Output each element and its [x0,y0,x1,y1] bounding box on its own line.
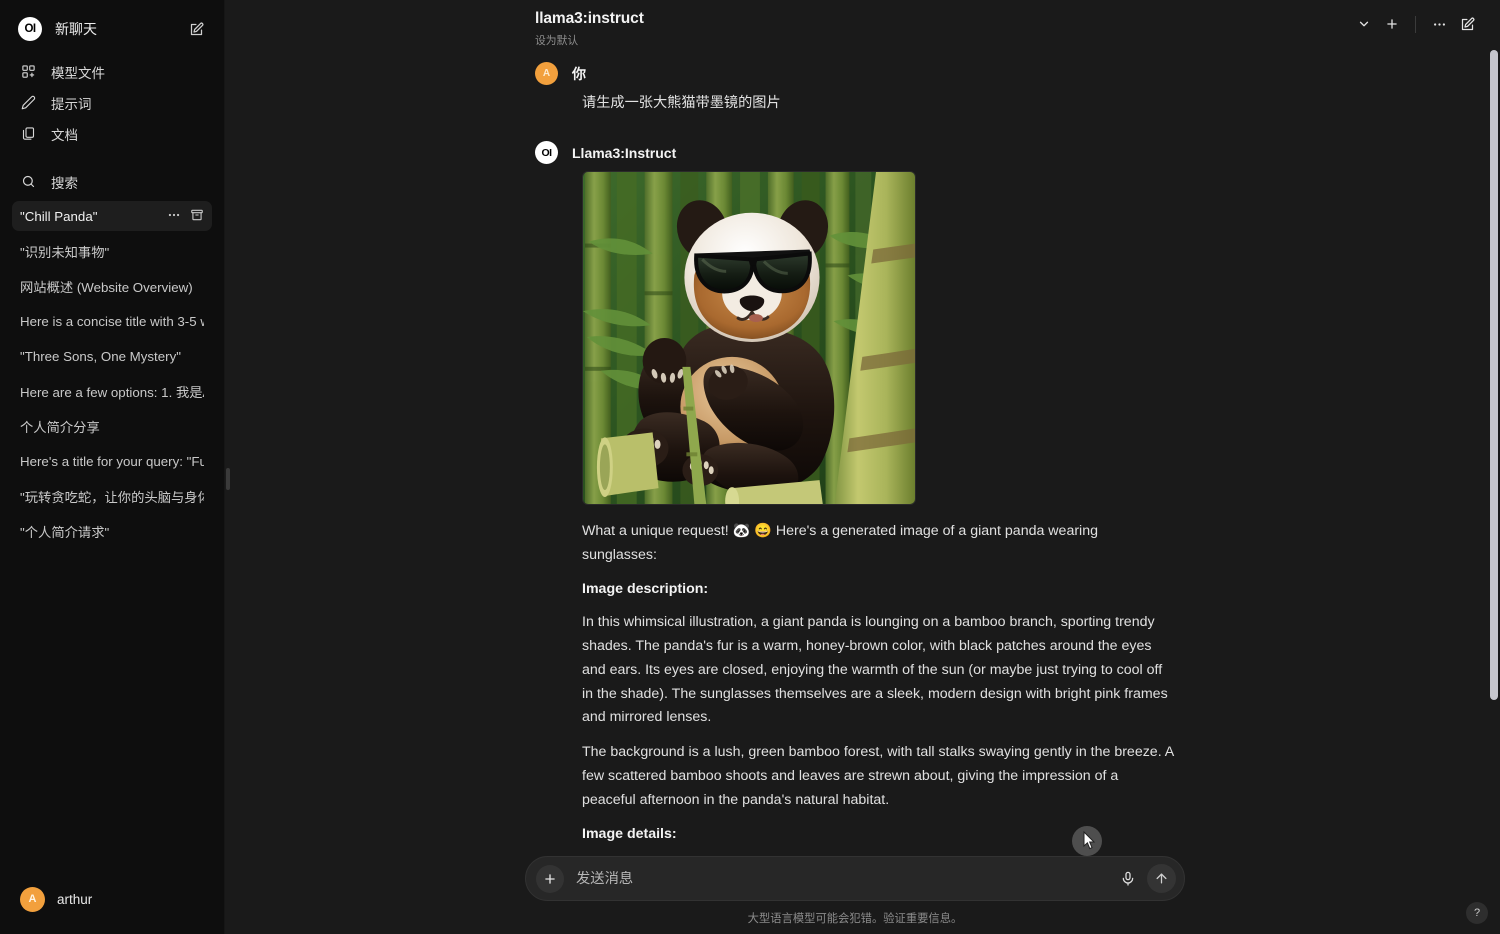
chat-list-item[interactable]: "个人简介请求" [12,516,212,546]
more-options-icon[interactable] [167,208,181,225]
chat-title: "Chill Panda" [20,208,98,224]
user-name: arthur [57,891,93,907]
chat-item-actions [161,208,204,225]
chevron-down-icon[interactable] [1351,11,1377,37]
generated-panda-image[interactable] [582,171,916,505]
compose-icon[interactable] [184,17,208,41]
assistant-message: OI Llama3:Instruct What a unique request… [535,141,1175,934]
message-scroll-area[interactable]: A 你 请生成一张大熊猫带墨镜的图片 OI Llama3:Instruct Wh… [225,58,1500,934]
documents-icon [18,126,38,141]
chat-list-item[interactable]: "Three Sons, One Mystery" [12,341,212,371]
sidebar-item-label: 模型文件 [51,65,105,81]
help-button[interactable]: ? [1466,902,1488,924]
image-details-heading: Image details: [582,825,677,842]
message-body: What a unique request! 🐼 😄 Here's a gene… [535,171,1175,934]
sidebar-item-prompts[interactable]: 提示词 [12,87,212,118]
user-message-text: 请生成一张大熊猫带墨镜的图片 [582,95,781,111]
set-default-link[interactable]: 设为默认 [535,32,644,48]
user-account-button[interactable]: A arthur [12,880,212,918]
sidebar: OI 新聊天 模型文件 提示词 文档 搜索 "Chill Panda" "识别未… [0,0,230,934]
sidebar-nav: 模型文件 提示词 文档 搜索 [12,56,212,197]
chat-title: Here are a few options: 1. 我是AI语 [20,384,204,400]
attach-plus-button[interactable] [536,864,564,893]
chat-title: "识别未知事物" [20,244,110,260]
sidebar-item-label: 提示词 [51,96,92,112]
image-description-paragraph-1: In this whimsical illustration, a giant … [582,614,1168,726]
chat-list-item-active[interactable]: "Chill Panda" [12,201,212,231]
chat-list-item[interactable]: Here's a title for your query: "Furry I [12,446,212,476]
composer-inner: 大型语言模型可能会犯错。验证重要信息。 [525,856,1185,926]
message-composer[interactable] [525,856,1185,901]
model-selector[interactable]: llama3:instruct 设为默认 [535,10,644,48]
image-description-heading: Image description: [582,580,709,597]
chat-title: 网站概述 (Website Overview) [20,279,193,295]
chat-list-item[interactable]: Here are a few options: 1. 我是AI语 [12,376,212,406]
avatar: A [20,886,45,912]
app-logo-icon: OI [18,17,42,41]
message-input[interactable] [564,870,1115,887]
search-icon [18,174,38,189]
sidebar-nav-spacer [12,149,212,166]
message-header: A 你 [535,62,1175,85]
sidebar-item-label: 搜索 [51,175,78,191]
chat-list-item[interactable]: 个人简介分享 [12,411,212,441]
plus-icon[interactable] [1379,11,1405,37]
message-body: 请生成一张大熊猫带墨镜的图片 [535,92,1175,114]
chat-title: Here is a concise title with 3-5 word [20,313,204,329]
sidebar-item-modelfiles[interactable]: 模型文件 [12,56,212,87]
message-sender: 你 [572,65,586,82]
page-scrollbar[interactable] [1490,50,1498,700]
assistant-intro-text: What a unique request! 🐼 😄 Here's a gene… [582,523,1098,563]
chat-list-item[interactable]: Here is a concise title with 3-5 word [12,306,212,336]
more-options-icon[interactable] [1426,11,1452,37]
chat-list-item[interactable]: "玩转贪吃蛇，让你的头脑与身体保 [12,481,212,511]
chat-title: "Three Sons, One Mystery" [20,348,181,364]
sidebar-new-chat-label: 新聊天 [55,21,97,37]
sidebar-item-label: 文档 [51,127,78,143]
chat-header: llama3:instruct 设为默认 [225,0,1500,58]
main-panel: llama3:instruct 设为默认 A 你 请生成一张大熊猫带墨镜的图片 … [225,0,1500,934]
chat-title: "个人简介请求" [20,524,110,540]
chat-title: Here's a title for your query: "Furry I [20,453,204,469]
archive-icon[interactable] [190,208,204,225]
sidebar-bottom: A arthur [0,872,224,934]
message-sender: Llama3:Instruct [572,144,677,161]
sidebar-item-documents[interactable]: 文档 [12,118,212,149]
app-root: OI 新聊天 模型文件 提示词 文档 搜索 "Chill Panda" "识别未… [0,0,1500,934]
new-chat-icon[interactable] [1454,11,1480,37]
sidebar-new-chat[interactable]: OI 新聊天 [12,10,212,48]
image-description-paragraph-2: The background is a lush, green bamboo f… [582,744,1174,809]
avatar: A [535,62,558,85]
chat-list-item[interactable]: 网站概述 (Website Overview) [12,271,212,301]
user-message: A 你 请生成一张大熊猫带墨镜的图片 [535,62,1175,114]
microphone-icon[interactable] [1115,866,1141,892]
send-button[interactable] [1147,864,1176,893]
chat-title: 个人简介分享 [20,419,100,435]
chat-title: "玩转贪吃蛇，让你的头脑与身体保 [20,489,204,505]
sidebar-item-search[interactable]: 搜索 [12,166,212,197]
header-divider [1415,15,1416,33]
assistant-avatar-icon: OI [535,141,558,164]
model-name: llama3:instruct [535,10,644,27]
pencil-icon [18,95,38,110]
disclaimer-text: 大型语言模型可能会犯错。验证重要信息。 [747,913,963,925]
message-header: OI Llama3:Instruct [535,141,1175,164]
message-thread: A 你 请生成一张大熊猫带墨镜的图片 OI Llama3:Instruct Wh… [535,58,1175,934]
blocks-icon [18,64,38,79]
chat-history-list: "Chill Panda" "识别未知事物" 网站概述 (Website Ove… [0,201,224,872]
header-actions [1351,11,1480,37]
chat-list-item[interactable]: "识别未知事物" [12,236,212,266]
sidebar-resize-handle[interactable] [226,468,230,490]
sidebar-top: OI 新聊天 模型文件 提示词 文档 搜索 [0,0,224,197]
